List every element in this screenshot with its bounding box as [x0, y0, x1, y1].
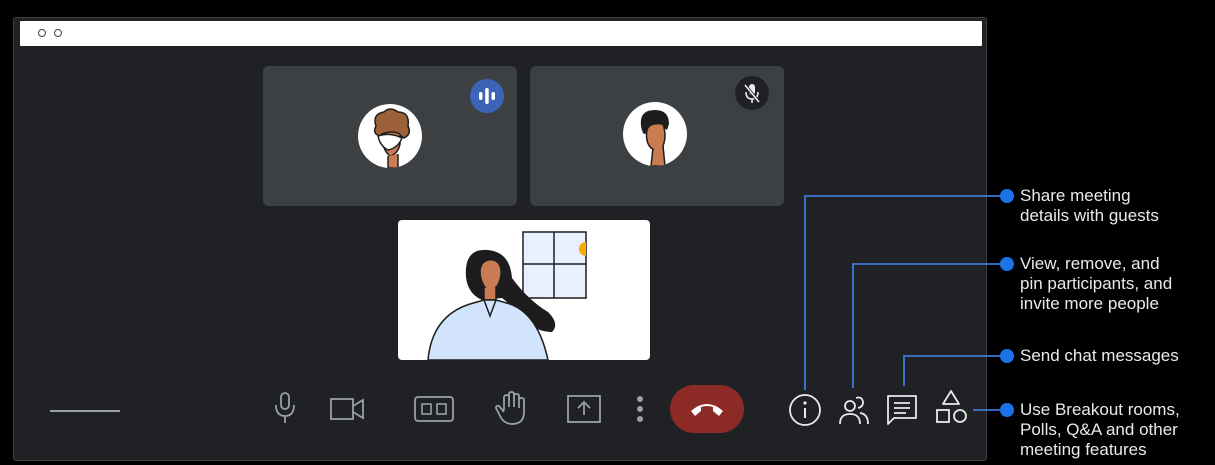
- camera-button[interactable]: [328, 394, 368, 424]
- meet-window: [14, 18, 986, 460]
- speaking-indicator-icon: [470, 79, 504, 113]
- annotation-share-details: Share meeting details with guests: [1020, 186, 1159, 226]
- raise-hand-icon: [495, 391, 525, 425]
- annotation-text: meeting features: [1020, 440, 1147, 459]
- self-view-illustration: [427, 231, 587, 360]
- annotation-text: Polls, Q&A and other: [1020, 420, 1178, 439]
- participant-tile-1[interactable]: [263, 66, 517, 206]
- activities-button[interactable]: [932, 388, 970, 428]
- annotation-text: Send chat messages: [1020, 346, 1179, 365]
- mic-off-icon: [735, 76, 769, 110]
- annotation-text: pin participants, and: [1020, 274, 1173, 293]
- window-title-bar: [20, 21, 982, 46]
- callout-bullet-info: [1000, 189, 1014, 203]
- microphone-button[interactable]: [270, 388, 300, 428]
- meeting-details-button[interactable]: [787, 392, 823, 428]
- participant-tile-2[interactable]: [530, 66, 784, 206]
- end-call-button[interactable]: [670, 385, 744, 433]
- self-view-tile[interactable]: [398, 220, 650, 360]
- annotation-activities: Use Breakout rooms, Polls, Q&A and other…: [1020, 400, 1180, 460]
- callout-bullet-people: [1000, 257, 1014, 271]
- window-dot-1[interactable]: [38, 29, 46, 37]
- raise-hand-button[interactable]: [492, 388, 528, 428]
- chat-button[interactable]: [884, 392, 920, 428]
- callout-bullet-chat: [1000, 349, 1014, 363]
- annotation-text: Share meeting: [1020, 186, 1131, 205]
- present-screen-icon: [567, 395, 601, 423]
- annotation-text: Use Breakout rooms,: [1020, 400, 1180, 419]
- meeting-time-placeholder: [50, 410, 120, 412]
- window-dot-2[interactable]: [54, 29, 62, 37]
- more-options-button[interactable]: [628, 392, 652, 426]
- callout-bullet-activities: [1000, 403, 1014, 417]
- captions-button[interactable]: [412, 394, 456, 424]
- microphone-icon: [275, 392, 295, 423]
- annotation-text: invite more people: [1020, 294, 1159, 313]
- participant-avatar-1: [358, 104, 422, 168]
- chat-icon: [887, 395, 917, 425]
- people-icon: [839, 396, 869, 425]
- annotation-chat: Send chat messages: [1020, 346, 1179, 366]
- end-call-icon: [691, 404, 723, 416]
- annotation-text: View, remove, and: [1020, 254, 1160, 273]
- present-button[interactable]: [565, 392, 603, 426]
- people-button[interactable]: [836, 392, 872, 428]
- meeting-info-icon: [789, 394, 821, 426]
- participant-avatar-2: [623, 102, 687, 166]
- annotation-text: details with guests: [1020, 206, 1159, 225]
- closed-captions-icon: [414, 396, 454, 422]
- activities-icon: [936, 390, 967, 423]
- annotation-participants: View, remove, and pin participants, and …: [1020, 254, 1172, 314]
- camera-icon: [330, 398, 364, 420]
- more-options-icon: [637, 396, 643, 422]
